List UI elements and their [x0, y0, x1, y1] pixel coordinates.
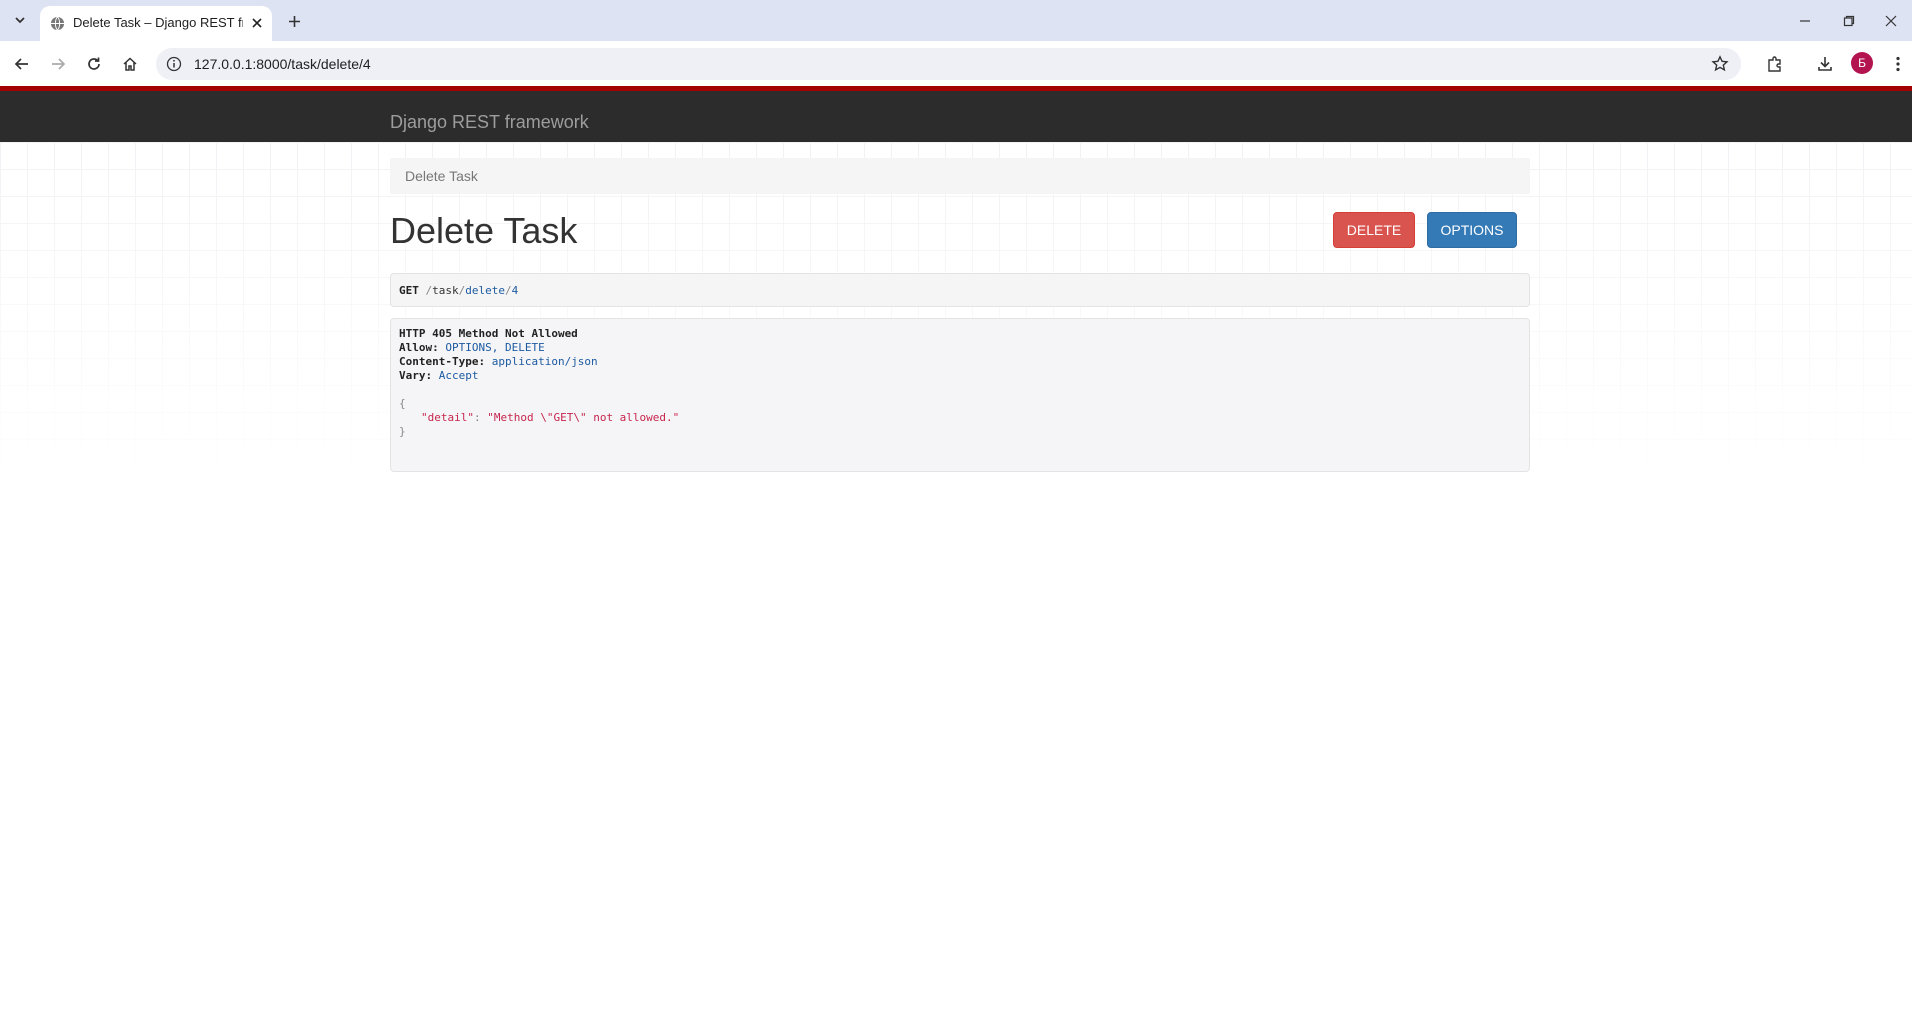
globe-icon — [50, 16, 65, 31]
path-segment: 4 — [511, 284, 519, 297]
json-sep: : — [473, 411, 488, 424]
reload-icon[interactable] — [79, 49, 109, 79]
request-line: GET /task/delete/4 — [399, 284, 518, 297]
browser-tabbar: Delete Task – Django REST fram — [0, 0, 1912, 41]
browser-toolbar: 127.0.0.1:8000/task/delete/4 Б — [0, 41, 1912, 86]
header-name: Vary: — [399, 369, 433, 382]
forward-arrow-icon[interactable] — [43, 49, 73, 79]
restore-icon[interactable] — [1826, 0, 1872, 41]
header-value: Accept — [438, 369, 479, 382]
response-status: HTTP 405 Method Not Allowed — [399, 327, 578, 340]
response-header: Content-Type: application/json — [399, 355, 598, 368]
profile-avatar[interactable]: Б — [1851, 52, 1873, 74]
home-icon[interactable] — [115, 49, 145, 79]
options-button[interactable]: OPTIONS — [1427, 212, 1517, 248]
tab-title: Delete Task – Django REST fram — [73, 15, 243, 30]
bookmark-star-icon[interactable] — [1711, 55, 1729, 73]
page-title: Delete Task — [390, 210, 578, 251]
delete-button[interactable]: DELETE — [1333, 212, 1415, 248]
brand-link[interactable]: Django REST framework — [390, 112, 589, 133]
site-info-icon[interactable] — [166, 56, 182, 72]
header-name: Content-Type: — [399, 355, 486, 368]
breadcrumb-item[interactable]: Delete Task — [405, 168, 478, 184]
request-info: GET /task/delete/4 — [390, 273, 1530, 307]
minimize-icon[interactable] — [1782, 0, 1828, 41]
close-window-icon[interactable] — [1868, 0, 1912, 41]
tab-search-chevron-icon[interactable] — [8, 8, 32, 32]
close-tab-icon[interactable] — [248, 14, 266, 32]
breadcrumb: Delete Task — [390, 158, 1530, 194]
back-arrow-icon[interactable] — [7, 49, 37, 79]
response-header: Allow: OPTIONS, DELETE — [399, 341, 545, 354]
json-body-line: "detail": "Method \"GET\" not allowed." — [421, 411, 679, 424]
path-segment: delete — [465, 284, 505, 297]
top-navbar: Django REST framework — [0, 86, 1912, 142]
header-value: OPTIONS, DELETE — [445, 341, 545, 354]
address-bar[interactable]: 127.0.0.1:8000/task/delete/4 — [156, 48, 1741, 80]
path-segment: task — [432, 284, 459, 297]
downloads-icon[interactable] — [1810, 49, 1840, 79]
json-value: "Method \"GET\" not allowed." — [487, 411, 680, 424]
header-name: Allow: — [399, 341, 439, 354]
kebab-menu-icon[interactable] — [1883, 49, 1912, 79]
request-method: GET — [399, 284, 419, 297]
new-tab-icon[interactable] — [282, 9, 306, 33]
json-close-brace: } — [399, 425, 406, 438]
response-info: HTTP 405 Method Not Allowed Allow: OPTIO… — [390, 318, 1530, 472]
page-content: Django REST framework Delete Task Delete… — [0, 86, 1912, 1027]
header-value: application/json — [491, 355, 598, 368]
url-text[interactable]: 127.0.0.1:8000/task/delete/4 — [194, 56, 371, 72]
extensions-puzzle-icon[interactable] — [1760, 49, 1790, 79]
json-key: "detail" — [421, 411, 474, 424]
json-open-brace: { — [399, 397, 406, 410]
response-header: Vary: Accept — [399, 369, 479, 382]
browser-tab[interactable]: Delete Task – Django REST fram — [40, 6, 272, 41]
path-sep: / — [505, 284, 512, 297]
